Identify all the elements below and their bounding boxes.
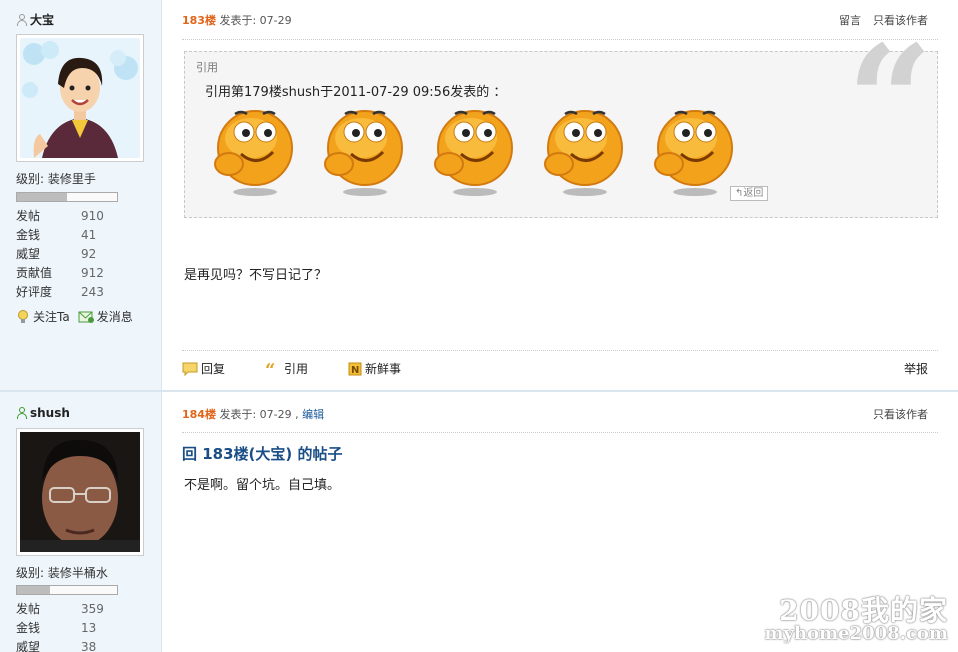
lightbulb-icon <box>18 309 28 323</box>
username-text[interactable]: 大宝 <box>30 11 54 28</box>
user-rank: 级别: 装修里手 <box>16 172 96 186</box>
floor-number[interactable]: 183楼 <box>182 14 216 27</box>
post-date: 发表于: 07-29 <box>219 14 292 27</box>
stat-row: 威望 38 <box>16 638 156 652</box>
user-stats: 发帖 359 金钱 13 威望 38 <box>16 600 156 652</box>
cite-label[interactable]: 引用 <box>284 360 308 377</box>
rank-progress-fill <box>17 586 50 594</box>
message-label[interactable]: 发消息 <box>97 308 133 325</box>
post-content: 是再见吗？不写日记了？ <box>184 268 328 283</box>
avatar-image-photo <box>20 432 140 552</box>
message-button[interactable]: 发消息 <box>78 308 133 325</box>
quote-box: “ 引用 引用第179楼shush于2011-07-29 09:56发表的 ： … <box>184 26 938 218</box>
divider <box>182 432 938 433</box>
watermark-url: myhome2008.com <box>764 623 948 644</box>
stat-value: 92 <box>81 247 97 261</box>
stat-label: 威望 <box>16 247 41 261</box>
stat-label: 发帖 <box>16 209 41 223</box>
stat-value: 910 <box>81 209 104 223</box>
cite-button[interactable]: “ 引用 <box>265 360 328 377</box>
stat-label: 贡献值 <box>16 266 53 280</box>
floor-number[interactable]: 184楼 <box>182 408 216 421</box>
fresh-news-label[interactable]: 新鲜事 <box>365 360 401 377</box>
divider <box>182 350 938 351</box>
username-text[interactable]: shush <box>30 406 70 420</box>
reply-label[interactable]: 回复 <box>201 360 225 377</box>
stat-value: 359 <box>81 602 104 616</box>
rank-progress-bar <box>16 192 118 202</box>
divider <box>182 39 938 40</box>
user-online-icon <box>16 407 27 419</box>
back-button[interactable]: ↰返回 <box>730 186 769 201</box>
post-main: 183楼 发表于: 07-29 留言 只看该作者 “ 引用 引用第179楼shu… <box>182 0 938 390</box>
avatar[interactable] <box>16 34 144 162</box>
quote-label: 引用 <box>196 61 218 74</box>
post-meta-actions: 只看该作者 <box>873 406 928 422</box>
username[interactable]: shush <box>16 406 70 420</box>
follow-label[interactable]: 关注Ta <box>33 308 70 325</box>
stat-label: 金钱 <box>16 621 41 635</box>
stat-row: 发帖 359 <box>16 600 156 619</box>
stat-row: 发帖 910 <box>16 207 156 226</box>
emoticon-row <box>207 102 737 200</box>
user-stats: 发帖 910 金钱 41 威望 92 贡献值 912 好评度 243 <box>16 207 156 302</box>
stat-value: 38 <box>81 640 97 652</box>
reply-title: 回 183楼(大宝) 的帖子 <box>182 445 343 463</box>
smiley-emoticon-icon <box>647 102 737 200</box>
post-meta: 183楼 发表于: 07-29 <box>182 12 292 28</box>
stat-label: 好评度 <box>16 285 53 299</box>
smiley-emoticon-icon <box>537 102 627 200</box>
svg-text:N: N <box>351 365 359 376</box>
rank-progress-fill <box>17 193 67 201</box>
stat-row: 威望 92 <box>16 245 156 264</box>
reply-button[interactable]: 回复 <box>182 360 245 377</box>
stat-label: 威望 <box>16 640 41 652</box>
stat-value: 243 <box>81 285 104 299</box>
quote-text: 引用第179楼shush于2011-07-29 09:56发表的 ： <box>205 85 507 100</box>
post-date: 发表于: 07-29 , <box>219 408 299 421</box>
stat-label: 金钱 <box>16 228 41 242</box>
back-label[interactable]: 返回 <box>743 188 763 199</box>
message-icon <box>78 311 94 323</box>
stat-row: 好评度 243 <box>16 283 156 302</box>
post-meta: 184楼 发表于: 07-29 , 编辑 <box>182 406 324 422</box>
report-link[interactable]: 举报 <box>904 360 928 377</box>
only-author-link[interactable]: 只看该作者 <box>873 406 928 422</box>
smiley-emoticon-icon <box>427 102 517 200</box>
follow-button[interactable]: 关注Ta <box>16 308 70 325</box>
user-offline-icon <box>16 13 27 26</box>
edit-link[interactable]: 编辑 <box>302 408 324 421</box>
quote-mark-icon: “ <box>846 13 933 189</box>
stat-value: 41 <box>81 228 97 242</box>
stat-row: 金钱 13 <box>16 619 156 638</box>
user-actions: 关注Ta 发消息 <box>16 308 133 325</box>
stat-label: 发帖 <box>16 602 41 616</box>
svg-text:“: “ <box>265 362 275 376</box>
user-rank: 级别: 装修半桶水 <box>16 566 108 580</box>
reply-icon <box>182 362 198 376</box>
rank-progress-bar <box>16 585 118 595</box>
stat-value: 912 <box>81 266 104 280</box>
quote-icon: “ <box>265 362 275 376</box>
post-ops: 回复 “ 引用 N 新鲜事 举报 <box>182 360 928 377</box>
stat-value: 13 <box>81 621 97 635</box>
fresh-news-button[interactable]: N 新鲜事 <box>348 360 421 377</box>
user-sidebar: shush 级别: 装修半桶水 发帖 359 金钱 13 威望 38 <box>0 392 162 652</box>
smiley-emoticon-icon <box>317 102 407 200</box>
post-content: 不是啊。留个坑。自己填。 <box>184 478 341 493</box>
post-183: 大宝 级别: 装修里手 发帖 910 金钱 41 威望 92 贡献值 912 好… <box>0 0 958 390</box>
stat-row: 贡献值 912 <box>16 264 156 283</box>
user-sidebar: 大宝 级别: 装修里手 发帖 910 金钱 41 威望 92 贡献值 912 好… <box>0 0 162 390</box>
stat-row: 金钱 41 <box>16 226 156 245</box>
avatar[interactable] <box>16 428 144 556</box>
site-watermark: 2008我的家 myhome2008.com <box>765 589 948 644</box>
username[interactable]: 大宝 <box>16 11 54 28</box>
smiley-emoticon-icon <box>207 102 297 200</box>
news-icon: N <box>348 362 362 376</box>
avatar-image-cartoon <box>20 38 140 158</box>
